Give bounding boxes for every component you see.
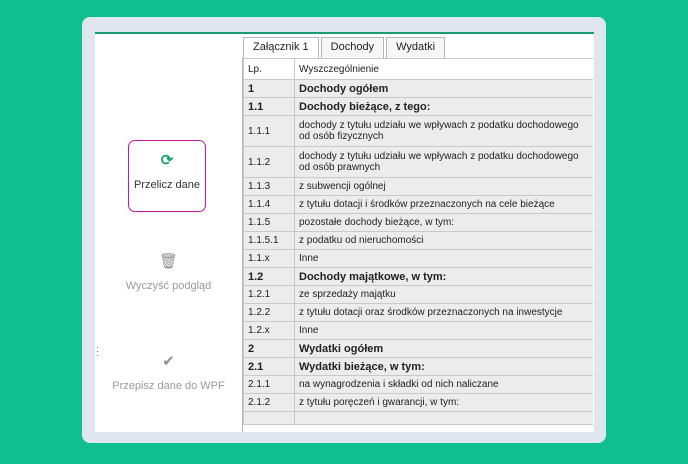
cell-lp: 2.1.1 <box>243 375 295 394</box>
copy-to-wpf-label: Przepisz dane do WPF <box>112 380 225 392</box>
cell-description: dochody z tytułu udziału we wpływach z p… <box>294 115 593 147</box>
table-row[interactable]: 1.2 Dochody majątkowe, w tym: <box>243 267 593 286</box>
cell-description: Inne <box>294 249 593 268</box>
cell-description: Inne <box>294 321 593 340</box>
tab-wydatki[interactable]: Wydatki <box>386 37 446 58</box>
cell-description: z tytułu dotacji oraz środków przeznaczo… <box>294 303 593 322</box>
cell-lp: 1.1.5.1 <box>243 231 295 250</box>
cell-lp: 1.1 <box>243 97 295 116</box>
cell-lp: 1.1.5 <box>243 213 295 232</box>
tab-dochody[interactable]: Dochody <box>320 37 385 58</box>
tab-zalacznik-1[interactable]: Załącznik 1 <box>243 37 319 59</box>
table-row-partial <box>243 411 593 425</box>
cell-description: z podatku od nieruchomości <box>294 231 593 250</box>
cell-description: dochody z tytułu udziału we wpływach z p… <box>294 146 593 178</box>
cell-description: z subwencji ogólnej <box>294 177 593 196</box>
table-row[interactable]: 2 Wydatki ogółem <box>243 339 593 358</box>
table-body: 1 Dochody ogółem 1.1 Dochody bieżące, z teg… <box>243 79 593 425</box>
table-row[interactable]: 1.2.x Inne <box>243 321 593 340</box>
cell-description: z tytułu poręczeń i gwarancji, w tym: <box>294 393 593 412</box>
cell-lp: 1.2.1 <box>243 285 295 304</box>
panel-resize-handle[interactable]: · · · <box>96 343 99 361</box>
recalculate-button[interactable]: ⟳ Przelicz dane <box>128 140 206 212</box>
cell-description: Wydatki bieżące, w tym: <box>294 357 593 376</box>
cell-lp: 1.1.4 <box>243 195 295 214</box>
table-row[interactable]: 1.1.4 z tytułu dotacji i środków przeznac… <box>243 195 593 214</box>
cell-lp: 1 <box>243 79 295 98</box>
refresh-icon: ⟳ <box>160 152 174 169</box>
app-window: ⟳ Przelicz dane 🗑 Wyczyść podgląd ✔ Prze… <box>95 32 594 432</box>
column-header-lp[interactable]: Lp. <box>243 58 295 80</box>
data-grid: Lp. Wyszczególnienie 1 Dochody ogółem 1.1 D… <box>242 58 593 432</box>
table-row[interactable]: 2.1 Wydatki bieżące, w tym: <box>243 357 593 376</box>
cell-lp: 1.1.2 <box>243 146 295 178</box>
clear-preview-label: Wyczyść podgląd <box>125 280 212 292</box>
cell-description <box>294 411 593 425</box>
cell-description: Dochody ogółem <box>294 79 593 98</box>
clear-preview-button[interactable]: 🗑 Wyczyść podgląd <box>95 252 242 292</box>
cell-description: ze sprzedaży majątku <box>294 285 593 304</box>
trash-icon: 🗑 <box>158 253 179 270</box>
checkmark-icon: ✔ <box>162 353 175 370</box>
table-row[interactable]: 1.1.3 z subwencji ogólnej <box>243 177 593 196</box>
column-header-description[interactable]: Wyszczególnienie <box>294 58 593 80</box>
cell-lp: 1.2.2 <box>243 303 295 322</box>
cell-lp: 2.1.2 <box>243 393 295 412</box>
cell-description: pozostałe dochody bieżące, w tym: <box>294 213 593 232</box>
table-row[interactable]: 1.1 Dochody bieżące, z tego: <box>243 97 593 116</box>
table-row[interactable]: 1.1.1 dochody z tytułu udziału we wpływac… <box>243 115 593 147</box>
table-row[interactable]: 1.1.x Inne <box>243 249 593 268</box>
table-row[interactable]: 2.1.1 na wynagrodzenia i składki od nich … <box>243 375 593 394</box>
cell-lp: 1.1.3 <box>243 177 295 196</box>
table-row[interactable]: 1.1.5.1 z podatku od nieruchomości <box>243 231 593 250</box>
table-row[interactable]: 2.1.2 z tytułu poręczeń i gwarancji, w ty… <box>243 393 593 412</box>
cell-lp: 1.1.x <box>243 249 295 268</box>
table-row[interactable]: 1.2.1 ze sprzedaży majątku <box>243 285 593 304</box>
table-row[interactable]: 1.1.2 dochody z tytułu udziału we wpływac… <box>243 146 593 178</box>
cell-description: Wydatki ogółem <box>294 339 593 358</box>
table-row[interactable]: 1 Dochody ogółem <box>243 79 593 98</box>
table-row[interactable]: 1.1.5 pozostałe dochody bieżące, w tym: <box>243 213 593 232</box>
cell-lp: 2 <box>243 339 295 358</box>
table-row[interactable]: 1.2.2 z tytułu dotacji oraz środków przez… <box>243 303 593 322</box>
cell-description: Dochody bieżące, z tego: <box>294 97 593 116</box>
actions-panel: ⟳ Przelicz dane 🗑 Wyczyść podgląd ✔ Prze… <box>95 34 242 432</box>
cell-description: na wynagrodzenia i składki od nich nalic… <box>294 375 593 394</box>
cell-lp: 2.1 <box>243 357 295 376</box>
cell-lp <box>243 411 295 425</box>
budget-table: Lp. Wyszczególnienie 1 Dochody ogółem 1.1 D… <box>243 58 593 425</box>
cell-lp: 1.2 <box>243 267 295 286</box>
recalculate-label: Przelicz dane <box>133 179 201 191</box>
cell-description: z tytułu dotacji i środków przeznaczonyc… <box>294 195 593 214</box>
cell-description: Dochody majątkowe, w tym: <box>294 267 593 286</box>
tab-bar: Załącznik 1 Dochody Wydatki <box>243 37 447 59</box>
cell-lp: 1.1.1 <box>243 115 295 147</box>
copy-to-wpf-button[interactable]: ✔ Przepisz dane do WPF <box>95 352 242 392</box>
cell-lp: 1.2.x <box>243 321 295 340</box>
